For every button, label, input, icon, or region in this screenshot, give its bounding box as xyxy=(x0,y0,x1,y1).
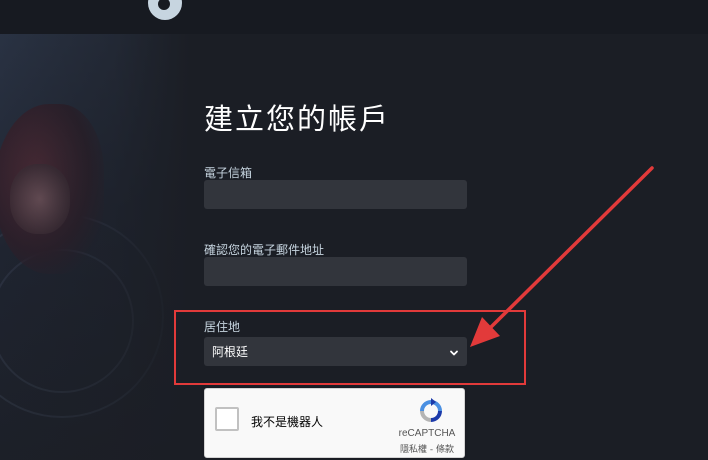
recaptcha-privacy-terms-link[interactable]: 隱私權 - 條款 xyxy=(391,442,463,455)
recaptcha-logo-icon xyxy=(420,398,442,422)
artwork-fade xyxy=(0,34,190,460)
confirm-email-label: 確認您的電子郵件地址 xyxy=(204,243,325,257)
background-artwork xyxy=(0,34,190,460)
email-label: 電子信箱 xyxy=(204,166,253,180)
email-field[interactable] xyxy=(204,180,467,209)
top-bar xyxy=(0,0,708,34)
recaptcha-brand: reCAPTCHA xyxy=(398,428,456,439)
confirm-email-field[interactable] xyxy=(204,257,467,286)
recaptcha-widget: 我不是機器人 reCAPTCHA 隱私權 - 條款 xyxy=(204,388,465,458)
page-title: 建立您的帳戶 xyxy=(204,102,391,136)
steam-logo-icon[interactable] xyxy=(148,0,182,20)
page: 建立您的帳戶 電子信箱 確認您的電子郵件地址 居住地 阿根廷 我不是機器人 re… xyxy=(0,0,708,460)
recaptcha-label: 我不是機器人 xyxy=(251,415,324,429)
annotation-highlight-box xyxy=(174,310,526,385)
recaptcha-checkbox[interactable] xyxy=(215,407,239,431)
